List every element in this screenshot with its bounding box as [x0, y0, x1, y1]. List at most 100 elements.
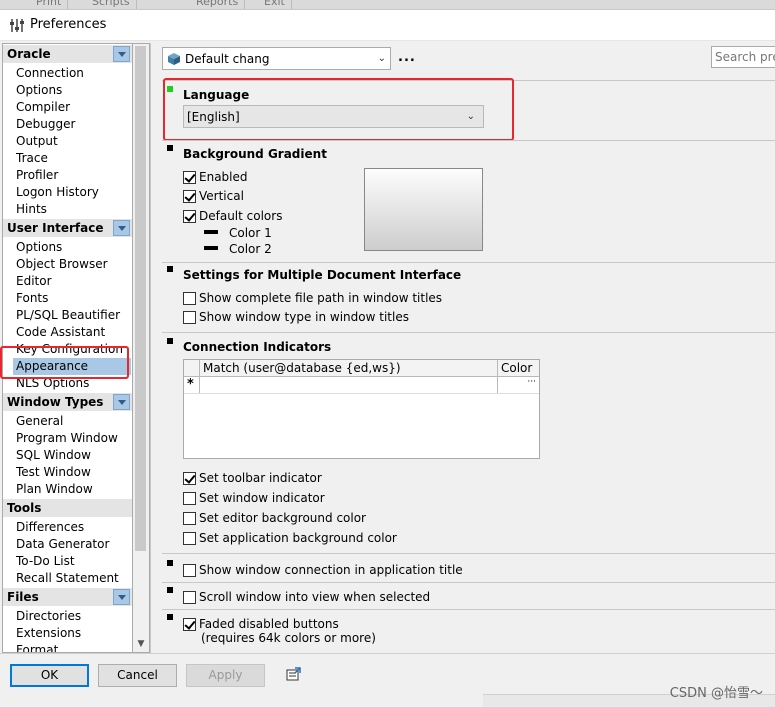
tree-item-data-generator[interactable]: Data Generator: [15, 536, 131, 553]
profile-combo[interactable]: Default chang ⌄: [162, 47, 391, 70]
tree-scrollbar[interactable]: ▼: [133, 43, 150, 653]
bg-tab-reports: Reports: [190, 0, 246, 9]
ok-button[interactable]: OK: [10, 664, 89, 687]
color1-label: Color 1: [229, 226, 272, 240]
tree-item-connection[interactable]: Connection: [15, 65, 131, 82]
tree-item-fonts[interactable]: Fonts: [15, 290, 131, 307]
conn-indicators-title: Connection Indicators: [183, 340, 332, 354]
grid-column-color[interactable]: Color: [497, 360, 539, 377]
chevron-down-icon[interactable]: ⌄: [378, 53, 386, 64]
bg-tab-exit: Exit: [258, 0, 292, 9]
title-bar: Preferences: [0, 10, 775, 41]
background-app-tabs: Print Scripts Reports Exit: [0, 0, 775, 10]
show-conn-title-label: Show window connection in application ti…: [199, 563, 463, 577]
set-app-bg-checkbox[interactable]: [183, 532, 196, 545]
window-title: Preferences: [30, 17, 107, 32]
divider: [162, 582, 775, 583]
tree-item-plsql-beautifier[interactable]: PL/SQL Beautifier: [15, 307, 131, 324]
tree-item-plan-window[interactable]: Plan Window: [15, 481, 131, 498]
color-picker-button[interactable]: ···: [497, 377, 539, 393]
tree-item-output[interactable]: Output: [15, 133, 131, 150]
show-conn-title-checkbox[interactable]: [183, 564, 196, 577]
set-editor-bg-checkbox[interactable]: [183, 512, 196, 525]
tree-item-test-window[interactable]: Test Window: [15, 464, 131, 481]
show-type-checkbox[interactable]: [183, 311, 196, 324]
show-type-label: Show window type in window titles: [199, 310, 409, 324]
tree-item-program-window[interactable]: Program Window: [15, 430, 131, 447]
chevron-down-icon[interactable]: ▼: [135, 638, 147, 650]
tree-item-trace[interactable]: Trace: [15, 150, 131, 167]
category-user-interface[interactable]: User Interface: [3, 219, 132, 237]
vertical-checkbox[interactable]: [183, 190, 196, 203]
watermark: CSDN @怡雪～: [669, 686, 763, 701]
chevron-down-icon[interactable]: [113, 394, 130, 410]
divider: [162, 262, 775, 263]
tree-item-differences[interactable]: Differences: [15, 519, 131, 536]
set-editor-bg-label: Set editor background color: [199, 511, 366, 525]
tree-item-ui-options[interactable]: Options: [15, 239, 131, 256]
apply-button[interactable]: Apply: [186, 664, 265, 687]
enabled-label: Enabled: [199, 170, 248, 184]
tree-item-hints[interactable]: Hints: [15, 201, 131, 218]
tree-item-debugger[interactable]: Debugger: [15, 116, 131, 133]
button-bar: OK Cancel Apply CSDN @怡雪～: [0, 653, 775, 707]
tree-item-format[interactable]: Format: [15, 642, 131, 652]
preferences-icon: [10, 19, 24, 32]
faded-checkbox[interactable]: [183, 618, 196, 631]
category-files[interactable]: Files: [3, 588, 132, 606]
tree-item-editor[interactable]: Editor: [15, 273, 131, 290]
grid-column-match[interactable]: Match (user@database {ed,ws}): [199, 360, 499, 377]
bg-tab-print: Print: [30, 0, 69, 9]
set-app-bg-label: Set application background color: [199, 531, 397, 545]
category-tools[interactable]: Tools: [3, 499, 132, 517]
category-label: Tools: [7, 501, 42, 515]
scroll-into-view-label: Scroll window into view when selected: [199, 590, 431, 604]
vertical-label: Vertical: [199, 189, 244, 203]
chevron-down-icon[interactable]: [113, 46, 130, 62]
color2-swatch[interactable]: [204, 246, 218, 250]
profile-value: Default chang: [185, 52, 270, 66]
set-window-checkbox[interactable]: [183, 492, 196, 505]
tree-item-code-assistant[interactable]: Code Assistant: [15, 324, 131, 341]
default-colors-checkbox[interactable]: [183, 210, 196, 223]
section-marker: [167, 614, 173, 620]
category-label: Window Types: [7, 395, 104, 409]
enabled-checkbox[interactable]: [183, 171, 196, 184]
indicator-grid[interactable]: Match (user@database {ed,ws}) Color * ··…: [183, 359, 540, 459]
cancel-button[interactable]: Cancel: [98, 664, 177, 687]
scroll-into-view-checkbox[interactable]: [183, 591, 196, 604]
tree-item-object-browser[interactable]: Object Browser: [15, 256, 131, 273]
tree-item-logon-history[interactable]: Logon History: [15, 184, 131, 201]
set-toolbar-label: Set toolbar indicator: [199, 471, 322, 485]
category-oracle[interactable]: Oracle: [3, 45, 132, 63]
tree-item-general[interactable]: General: [15, 413, 131, 430]
bg-gradient-title: Background Gradient: [183, 147, 327, 161]
tree-item-sql-window[interactable]: SQL Window: [15, 447, 131, 464]
highlight-appearance: [0, 346, 129, 379]
section-marker: [167, 266, 173, 272]
set-toolbar-checkbox[interactable]: [183, 472, 196, 485]
more-button[interactable]: ...: [398, 50, 416, 65]
search-input[interactable]: Search prefe: [711, 46, 775, 68]
export-icon[interactable]: [285, 667, 302, 682]
section-marker: [167, 587, 173, 593]
divider: [162, 553, 775, 554]
color1-swatch[interactable]: [204, 230, 218, 234]
tree-item-compiler[interactable]: Compiler: [15, 99, 131, 116]
tree-item-todo-list[interactable]: To-Do List: [15, 553, 131, 570]
show-path-checkbox[interactable]: [183, 292, 196, 305]
tree-item-options[interactable]: Options: [15, 82, 131, 99]
tree-item-extensions[interactable]: Extensions: [15, 625, 131, 642]
chevron-down-icon[interactable]: [113, 589, 130, 605]
grid-new-row[interactable]: * ···: [184, 377, 539, 394]
chevron-down-icon[interactable]: [113, 220, 130, 236]
tree-item-directories[interactable]: Directories: [15, 608, 131, 625]
faded-note: (requires 64k colors or more): [201, 631, 376, 645]
grid-cell-match[interactable]: [199, 377, 497, 393]
tree-item-profiler[interactable]: Profiler: [15, 167, 131, 184]
scrollbar-thumb[interactable]: [135, 46, 146, 551]
category-window-types[interactable]: Window Types: [3, 393, 132, 411]
show-path-label: Show complete file path in window titles: [199, 291, 443, 305]
tree-item-recall-statement[interactable]: Recall Statement: [15, 570, 131, 587]
mdi-title: Settings for Multiple Document Interface: [183, 268, 462, 282]
